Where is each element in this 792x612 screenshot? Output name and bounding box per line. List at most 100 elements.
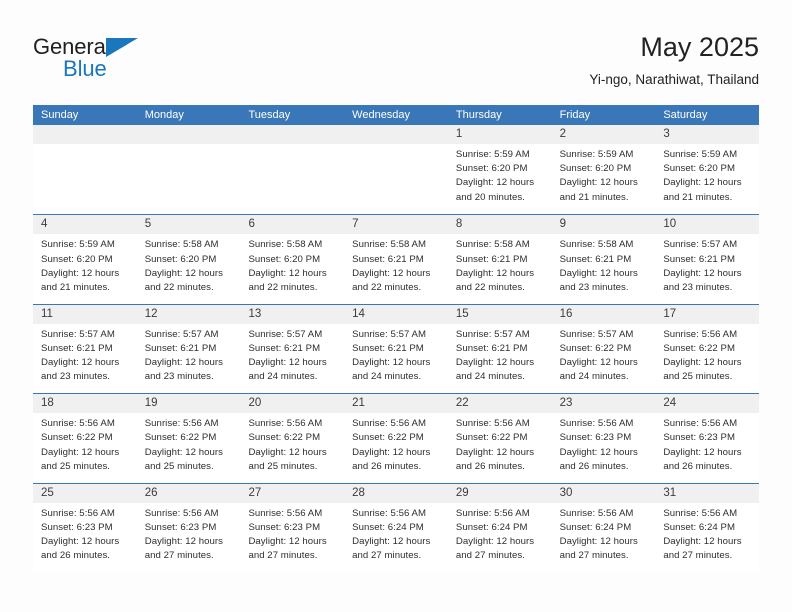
day-cell[interactable]: 2 Sunrise: 5:59 AM Sunset: 6:20 PM Daylight… bbox=[551, 125, 656, 215]
sunset-text: Sunset: 6:21 PM bbox=[144, 342, 217, 354]
day-number: 10 bbox=[655, 215, 760, 235]
day-details: Sunrise: 5:58 AM Sunset: 6:21 PM Daylight:… bbox=[344, 234, 448, 304]
sunrise-text: Sunrise: 5:56 AM bbox=[248, 507, 323, 519]
daylight-text: Daylight: 12 hours bbox=[41, 446, 120, 458]
daylight-text-cont: and 23 minutes. bbox=[41, 371, 111, 383]
day-cell[interactable]: 20 Sunrise: 5:56 AM Sunset: 6:22 PM Dayligh… bbox=[240, 394, 345, 483]
daylight-text: Daylight: 12 hours bbox=[455, 267, 535, 279]
daylight-text: Daylight: 12 hours bbox=[663, 535, 742, 547]
day-cell[interactable]: 3 Sunrise: 5:59 AM Sunset: 6:20 PM Daylight… bbox=[655, 125, 760, 215]
daylight-text: Daylight: 12 hours bbox=[352, 535, 431, 547]
day-details: Sunrise: 5:56 AM Sunset: 6:23 PM Daylight:… bbox=[551, 413, 656, 483]
daylight-text-cont: and 21 minutes. bbox=[41, 282, 111, 293]
day-cell[interactable]: 22 Sunrise: 5:56 AM Sunset: 6:22 PM Dayligh… bbox=[447, 394, 552, 483]
day-details: Sunrise: 5:56 AM Sunset: 6:23 PM Daylight:… bbox=[655, 413, 760, 483]
daylight-text-cont: and 24 minutes. bbox=[248, 371, 318, 383]
day-cell[interactable]: 25 Sunrise: 5:56 AM Sunset: 6:23 PM Dayligh… bbox=[33, 483, 137, 572]
day-cell[interactable]: 14 Sunrise: 5:57 AM Sunset: 6:21 PM Dayligh… bbox=[344, 304, 448, 394]
day-number: 28 bbox=[344, 483, 448, 503]
day-number: 27 bbox=[240, 483, 345, 503]
daylight-text-cont: and 26 minutes. bbox=[41, 550, 111, 562]
day-number: 6 bbox=[240, 215, 345, 235]
day-cell[interactable]: 11 Sunrise: 5:57 AM Sunset: 6:21 PM Dayligh… bbox=[33, 304, 137, 394]
day-cell[interactable]: 19 Sunrise: 5:56 AM Sunset: 6:22 PM Dayligh… bbox=[136, 394, 241, 483]
sunset-text: Sunset: 6:24 PM bbox=[455, 521, 528, 533]
day-cell[interactable]: 21 Sunrise: 5:56 AM Sunset: 6:22 PM Dayligh… bbox=[344, 394, 448, 483]
sunrise-text: Sunrise: 5:58 AM bbox=[352, 239, 427, 251]
day-cell[interactable]: 9 Sunrise: 5:58 AM Sunset: 6:21 PM Daylight… bbox=[551, 215, 656, 304]
day-cell[interactable]: 29 Sunrise: 5:56 AM Sunset: 6:24 PM Dayligh… bbox=[447, 483, 552, 572]
calendar-week-row: 25 Sunrise: 5:56 AM Sunset: 6:23 PM Dayligh… bbox=[33, 482, 760, 572]
sunrise-text: Sunrise: 5:56 AM bbox=[41, 418, 115, 430]
day-cell[interactable]: 27 Sunrise: 5:56 AM Sunset: 6:23 PM Dayligh… bbox=[240, 483, 345, 572]
daylight-text-cont: and 21 minutes. bbox=[559, 191, 629, 203]
sunset-text: Sunset: 6:23 PM bbox=[41, 521, 113, 533]
calendar-week-row: 18 Sunrise: 5:56 AM Sunset: 6:22 PM Dayligh… bbox=[33, 393, 760, 483]
day-details: Sunrise: 5:59 AM Sunset: 6:20 PM Daylight:… bbox=[447, 144, 552, 215]
day-number: 26 bbox=[136, 483, 241, 503]
day-details: Sunrise: 5:57 AM Sunset: 6:21 PM Daylight:… bbox=[344, 323, 448, 394]
daylight-text-cont: and 23 minutes. bbox=[144, 371, 214, 383]
day-number: 30 bbox=[551, 483, 656, 503]
daylight-text: Daylight: 12 hours bbox=[455, 177, 535, 189]
day-cell[interactable]: 13 Sunrise: 5:57 AM Sunset: 6:21 PM Dayligh… bbox=[240, 304, 345, 394]
sunset-text: Sunset: 6:23 PM bbox=[144, 521, 217, 533]
sunset-text: Sunset: 6:21 PM bbox=[455, 253, 528, 265]
sunrise-text: Sunrise: 5:56 AM bbox=[559, 507, 634, 519]
daylight-text-cont: and 23 minutes. bbox=[559, 282, 629, 293]
sunset-text: Sunset: 6:20 PM bbox=[144, 253, 217, 265]
daylight-text-cont: and 27 minutes. bbox=[352, 550, 422, 562]
day-details: Sunrise: 5:56 AM Sunset: 6:23 PM Daylight:… bbox=[240, 502, 345, 572]
daylight-text: Daylight: 12 hours bbox=[559, 535, 638, 547]
day-details: Sunrise: 5:58 AM Sunset: 6:21 PM Daylight:… bbox=[447, 234, 552, 304]
day-details: Sunrise: 5:56 AM Sunset: 6:22 PM Daylight:… bbox=[136, 413, 241, 483]
day-cell[interactable]: 10 Sunrise: 5:57 AM Sunset: 6:21 PM Dayligh… bbox=[655, 215, 760, 304]
day-cell[interactable]: 16 Sunrise: 5:57 AM Sunset: 6:22 PM Dayligh… bbox=[551, 304, 656, 394]
day-cell[interactable]: 4 Sunrise: 5:59 AM Sunset: 6:20 PM Daylight… bbox=[33, 215, 137, 304]
page-header: General Blue May 2025 Yi-ngo, Narathiwat… bbox=[0, 0, 792, 100]
daylight-text-cont: and 21 minutes. bbox=[663, 191, 733, 203]
day-number bbox=[136, 125, 241, 144]
daylight-text: Daylight: 12 hours bbox=[559, 446, 638, 458]
day-cell[interactable]: 28 Sunrise: 5:56 AM Sunset: 6:24 PM Dayligh… bbox=[344, 483, 448, 572]
daylight-text-cont: and 25 minutes. bbox=[41, 460, 111, 472]
day-cell[interactable]: 24 Sunrise: 5:56 AM Sunset: 6:23 PM Dayligh… bbox=[655, 394, 760, 483]
day-cell[interactable]: 17 Sunrise: 5:56 AM Sunset: 6:22 PM Dayligh… bbox=[655, 304, 760, 394]
sunset-text: Sunset: 6:23 PM bbox=[663, 432, 735, 444]
sunrise-text: Sunrise: 5:56 AM bbox=[663, 328, 738, 340]
daylight-text-cont: and 22 minutes. bbox=[144, 282, 214, 293]
title-block: May 2025 Yi-ngo, Narathiwat, Thailand bbox=[589, 30, 759, 90]
sunrise-text: Sunrise: 5:57 AM bbox=[352, 328, 427, 340]
day-details: Sunrise: 5:56 AM Sunset: 6:23 PM Daylight:… bbox=[33, 502, 137, 572]
day-cell[interactable]: 31 Sunrise: 5:56 AM Sunset: 6:24 PM Dayligh… bbox=[655, 483, 760, 572]
day-cell[interactable]: 8 Sunrise: 5:58 AM Sunset: 6:21 PM Daylight… bbox=[447, 215, 552, 304]
day-cell[interactable]: 5 Sunrise: 5:58 AM Sunset: 6:20 PM Daylight… bbox=[136, 215, 241, 304]
sunrise-text: Sunrise: 5:56 AM bbox=[455, 507, 530, 519]
day-cell[interactable]: 23 Sunrise: 5:56 AM Sunset: 6:23 PM Dayligh… bbox=[551, 394, 656, 483]
sunrise-text: Sunrise: 5:57 AM bbox=[559, 328, 634, 340]
day-cell[interactable]: 30 Sunrise: 5:56 AM Sunset: 6:24 PM Dayligh… bbox=[551, 483, 656, 572]
weekday-header-saturday: Saturday bbox=[663, 109, 708, 121]
daylight-text: Daylight: 12 hours bbox=[248, 357, 327, 369]
sunset-text: Sunset: 6:24 PM bbox=[559, 521, 632, 533]
sunset-text: Sunset: 6:21 PM bbox=[352, 253, 424, 265]
day-details: Sunrise: 5:59 AM Sunset: 6:20 PM Daylight:… bbox=[655, 144, 760, 215]
daylight-text: Daylight: 12 hours bbox=[144, 535, 223, 547]
sunset-text: Sunset: 6:20 PM bbox=[248, 253, 321, 265]
sunset-text: Sunset: 6:20 PM bbox=[455, 163, 528, 175]
day-details: Sunrise: 5:56 AM Sunset: 6:24 PM Daylight:… bbox=[344, 502, 448, 572]
weekday-header-row: Sunday Monday Tuesday Wednesday Thursday Frid… bbox=[33, 105, 759, 125]
day-details: Sunrise: 5:56 AM Sunset: 6:22 PM Daylight:… bbox=[655, 323, 760, 394]
daylight-text-cont: and 27 minutes. bbox=[144, 550, 214, 562]
day-cell[interactable]: 15 Sunrise: 5:57 AM Sunset: 6:21 PM Dayligh… bbox=[447, 304, 552, 394]
day-number: 20 bbox=[240, 394, 345, 414]
day-cell[interactable]: 18 Sunrise: 5:56 AM Sunset: 6:22 PM Dayligh… bbox=[33, 394, 137, 483]
day-cell[interactable]: 26 Sunrise: 5:56 AM Sunset: 6:23 PM Dayligh… bbox=[136, 483, 241, 572]
day-cell[interactable]: 1 Sunrise: 5:59 AM Sunset: 6:20 PM Daylight… bbox=[447, 125, 552, 215]
day-cell[interactable]: 6 Sunrise: 5:58 AM Sunset: 6:20 PM Daylight… bbox=[240, 215, 345, 304]
day-details bbox=[240, 144, 345, 215]
day-cell[interactable]: 7 Sunrise: 5:58 AM Sunset: 6:21 PM Daylight… bbox=[344, 215, 448, 304]
day-cell[interactable]: 12 Sunrise: 5:57 AM Sunset: 6:21 PM Dayligh… bbox=[136, 304, 241, 394]
sunrise-text: Sunrise: 5:57 AM bbox=[144, 328, 219, 340]
general-blue-logo[interactable]: General Blue bbox=[33, 36, 253, 84]
